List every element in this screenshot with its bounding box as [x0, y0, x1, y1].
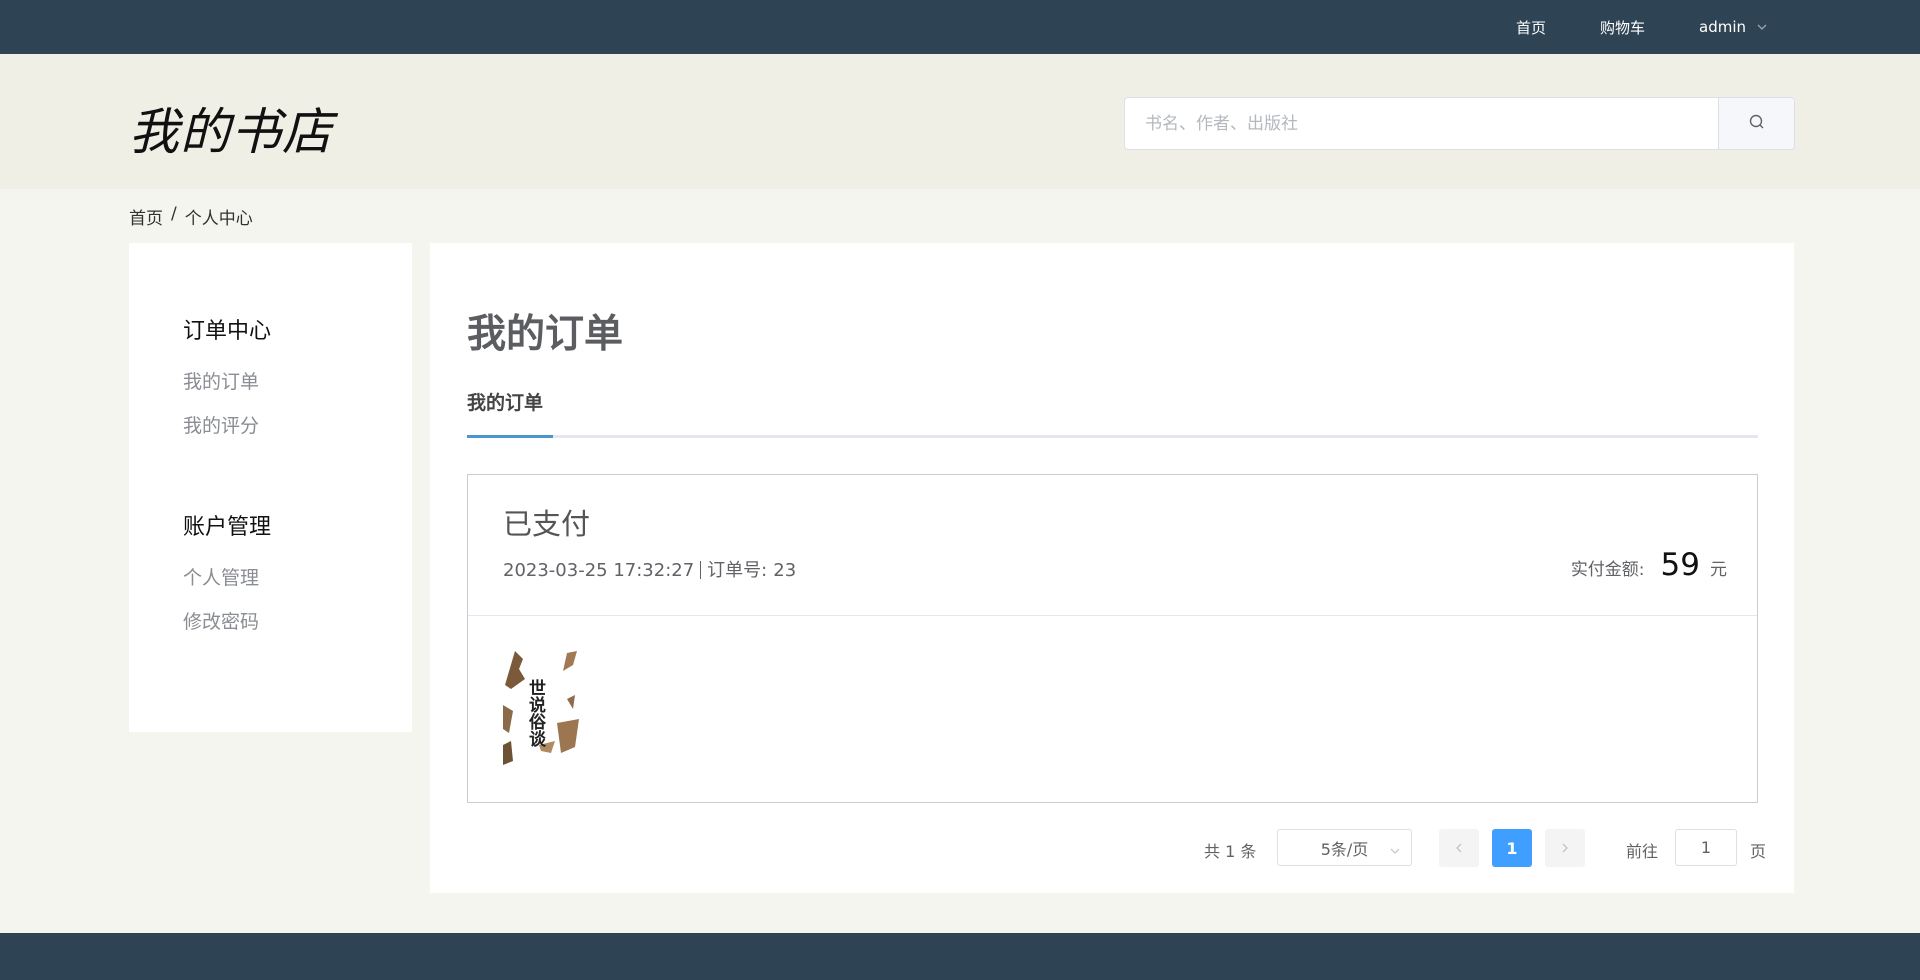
site-logo[interactable]: 我的书店 — [129, 92, 333, 164]
chevron-right-icon — [1559, 839, 1571, 858]
order-meta: 2023-03-25 17:32:27 订单号: 23 — [503, 556, 796, 582]
pagination-total: 共 1 条 — [1204, 842, 1257, 861]
sidebar: 订单中心 我的订单 我的评分 账户管理 个人管理 修改密码 — [129, 243, 412, 732]
goto-label: 前往 — [1626, 842, 1659, 861]
chevron-left-icon — [1453, 839, 1465, 858]
sidebar-item-change-password[interactable]: 修改密码 — [183, 607, 271, 634]
breadcrumb-current: 个人中心 — [184, 209, 253, 229]
chevron-down-icon — [1389, 842, 1401, 861]
order-amount: 实付金额: 59 元 — [1571, 547, 1727, 583]
next-page-button[interactable] — [1545, 829, 1585, 867]
order-card: 已支付 2023-03-25 17:32:27 订单号: 23 实付金额: 59 元 — [467, 474, 1758, 803]
sidebar-item-my-orders[interactable]: 我的订单 — [183, 367, 271, 394]
site-footer — [0, 933, 1920, 980]
order-header: 已支付 2023-03-25 17:32:27 订单号: 23 实付金额: 59 元 — [468, 475, 1757, 616]
amount-currency: 元 — [1710, 560, 1727, 580]
sidebar-group-orders: 订单中心 我的订单 我的评分 — [183, 313, 271, 438]
tab-bar: 我的订单 — [467, 388, 1758, 438]
search-button[interactable] — [1718, 98, 1794, 149]
chevron-down-icon — [1756, 21, 1768, 33]
site-header: 我的书店 — [0, 54, 1920, 189]
breadcrumb: 首页 / 个人中心 — [129, 204, 253, 229]
sidebar-group-title: 账户管理 — [183, 515, 272, 540]
tab-active-indicator — [467, 435, 553, 438]
page-size-select[interactable]: 5条/页 — [1277, 829, 1412, 866]
book-cover-title: 世说俗谈 — [525, 679, 547, 748]
order-datetime: 2023-03-25 17:32:27 — [503, 560, 695, 581]
user-menu[interactable]: admin — [1699, 18, 1768, 36]
tab-my-orders[interactable]: 我的订单 — [467, 388, 543, 431]
nav-cart-link[interactable]: 购物车 — [1600, 17, 1645, 38]
amount-label: 实付金额: — [1570, 560, 1645, 580]
order-status: 已支付 — [503, 507, 591, 541]
amount-value: 59 — [1660, 547, 1700, 583]
top-nav-links: 首页 购物车 admin — [1462, 0, 1768, 54]
nav-home-link[interactable]: 首页 — [1516, 17, 1546, 38]
book-cover-image[interactable]: 世说俗谈 — [501, 649, 581, 767]
breadcrumb-home[interactable]: 首页 — [129, 204, 163, 229]
breadcrumb-separator: / — [171, 204, 177, 224]
user-menu-label: admin — [1699, 18, 1746, 36]
page-title: 我的订单 — [467, 312, 624, 357]
main-panel: 我的订单 我的订单 已支付 2023-03-25 17:32:27 订单号: 23 … — [430, 243, 1794, 893]
order-number-label: 订单号: — [707, 560, 768, 581]
order-number: 23 — [773, 560, 797, 581]
sidebar-group-title: 订单中心 — [183, 319, 272, 344]
sidebar-group-account: 账户管理 个人管理 修改密码 — [183, 509, 271, 634]
pagination: 共 1 条 5条/页 1 前往 页 — [430, 829, 1794, 867]
search-bar — [1124, 97, 1795, 150]
meta-divider — [700, 561, 702, 579]
page-number-button[interactable]: 1 — [1492, 829, 1532, 867]
sidebar-item-my-ratings[interactable]: 我的评分 — [183, 411, 271, 438]
top-navbar: 首页 购物车 admin — [0, 0, 1920, 54]
page-unit-label: 页 — [1750, 842, 1767, 861]
search-input[interactable] — [1125, 98, 1718, 149]
prev-page-button[interactable] — [1439, 829, 1479, 867]
search-icon — [1748, 113, 1766, 135]
page-size-value: 5条/页 — [1320, 839, 1369, 859]
sidebar-item-profile[interactable]: 个人管理 — [183, 563, 271, 590]
goto-page-input[interactable] — [1675, 829, 1737, 866]
